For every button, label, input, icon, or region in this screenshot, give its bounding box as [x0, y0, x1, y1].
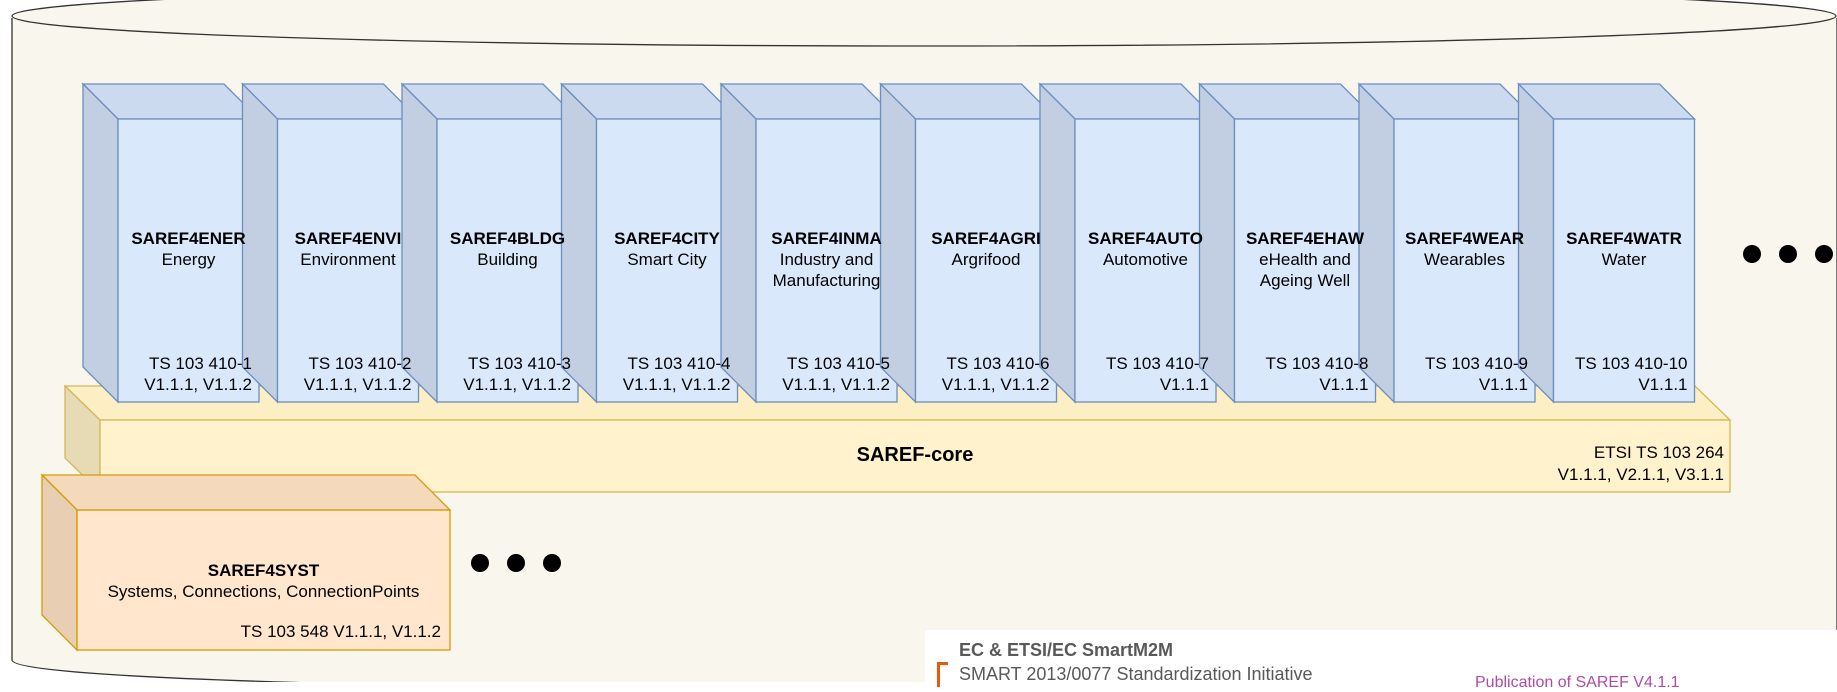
saref4syst-title: SAREF4SYST — [207, 561, 320, 580]
extension-domain: Wearables — [1424, 250, 1505, 269]
extension-domain: Building — [477, 250, 538, 269]
extension-name: SAREF4AUTO — [1088, 229, 1203, 248]
extension-spec: TS 103 410-4 V1.1.1, V1.1.2 — [597, 353, 731, 395]
saref-core-spec: ETSI TS 103 264 — [1593, 443, 1724, 462]
footer-bracket-icon — [937, 662, 948, 687]
extension-spec: TS 103 410-8 V1.1.1 — [1235, 353, 1369, 395]
extension-spec-number: TS 103 410-9 — [1424, 354, 1528, 373]
extension-spec-number: TS 103 410-4 — [627, 354, 731, 373]
extension-versions: V1.1.1, V1.1.2 — [463, 375, 571, 394]
extension-versions: V1.1.1 — [1319, 375, 1369, 394]
extension-name: SAREF4WATR — [1566, 229, 1682, 248]
ellipsis-dot — [471, 554, 489, 572]
extension-name: SAREF4CITY — [614, 229, 720, 248]
ellipsis-dot — [1815, 245, 1833, 263]
extension-versions: V1.1.1 — [1638, 375, 1688, 394]
footer-panel: EC & ETSI/EC SmartM2M SMART 2013/0077 St… — [925, 630, 1837, 691]
extension-name: SAREF4WEAR — [1404, 229, 1524, 248]
extension-name: SAREF4INMA — [771, 229, 882, 248]
extension-versions: V1.1.1 — [1478, 375, 1528, 394]
extension-versions: V1.1.1, V1.1.2 — [622, 375, 731, 394]
extension-spec-number: TS 103 410-2 — [308, 354, 412, 373]
extension-spec-number: TS 103 410-1 — [148, 354, 252, 373]
extension-name: SAREF4ENER — [131, 229, 246, 248]
extension-label: SAREF4AGRI Argrifood — [916, 228, 1057, 270]
extension-side-face — [82, 82, 119, 404]
extension-versions: V1.1.1, V1.1.2 — [144, 375, 252, 394]
extension-spec: TS 103 410-10 V1.1.1 — [1554, 353, 1688, 395]
ellipsis-dot — [543, 554, 561, 572]
extension-spec: TS 103 410-9 V1.1.1 — [1394, 353, 1528, 395]
extension-spec: TS 103 410-7 V1.1.1 — [1075, 353, 1209, 395]
extension-label: SAREF4WATR Water — [1554, 228, 1695, 270]
saref4syst-spec: TS 103 548 V1.1.1, V1.1.2 — [240, 622, 441, 641]
extension-spec-number: TS 103 410-10 — [1575, 354, 1688, 373]
footer-org: EC & ETSI/EC SmartM2M — [959, 640, 1174, 660]
extension-versions: V1.1.1 — [1159, 375, 1209, 394]
extension-name: SAREF4BLDG — [449, 229, 566, 248]
extension-label: SAREF4BLDG Building — [437, 228, 578, 270]
extension-name: SAREF4EHAW — [1245, 229, 1365, 248]
extension-label: SAREF4EHAW eHealth and Ageing Well — [1235, 228, 1376, 291]
extension-domain: Environment — [300, 250, 396, 269]
extension-domain: Energy — [161, 250, 216, 269]
extension-domain: Manufacturing — [772, 271, 881, 290]
extension-versions: V1.1.1, V1.1.2 — [782, 375, 890, 394]
extension-versions: V1.1.1, V1.1.2 — [303, 375, 412, 394]
more-extensions-ellipsis — [1743, 245, 1833, 263]
extension-name: SAREF4AGRI — [931, 229, 1041, 248]
extension-label: SAREF4ENVI Environment — [278, 228, 419, 270]
ellipsis-dot — [1743, 245, 1761, 263]
extension-label: SAREF4CITY Smart City — [597, 228, 738, 270]
footer-publication: Publication of SAREF V4.1.1 — [1475, 674, 1680, 691]
extension-domain: Automotive — [1102, 250, 1189, 269]
more-system-ellipsis — [471, 554, 561, 572]
saref4syst-domain: Systems, Connections, ConnectionPoints — [107, 582, 420, 601]
extension-spec: TS 103 410-2 V1.1.1, V1.1.2 — [278, 353, 412, 395]
ellipsis-dot — [1779, 245, 1797, 263]
extension-spec: TS 103 410-1 V1.1.1, V1.1.2 — [118, 353, 252, 395]
extension-domain: Ageing Well — [1259, 271, 1351, 290]
extension-spec-number: TS 103 410-5 — [786, 354, 890, 373]
extension-label: SAREF4INMA Industry and Manufacturing — [756, 228, 897, 291]
extension-domain: Smart City — [627, 250, 707, 269]
ellipsis-dot — [507, 554, 525, 572]
extension-spec: TS 103 410-5 V1.1.1, V1.1.2 — [756, 353, 890, 395]
extension-domain: eHealth and — [1259, 250, 1351, 269]
extension-domain: Argrifood — [951, 250, 1021, 269]
extension-label: SAREF4AUTO Automotive — [1075, 228, 1216, 270]
extension-spec-number: TS 103 410-3 — [467, 354, 571, 373]
extension-label: SAREF4ENER Energy — [118, 228, 259, 270]
extension-domain: Industry and — [779, 250, 874, 269]
extension-spec: TS 103 410-6 V1.1.1, V1.1.2 — [916, 353, 1050, 395]
extension-spec-number: TS 103 410-8 — [1265, 354, 1369, 373]
extension-versions: V1.1.1, V1.1.2 — [941, 375, 1050, 394]
extension-spec-number: TS 103 410-7 — [1105, 354, 1209, 373]
extension-name: SAREF4ENVI — [294, 229, 402, 248]
extension-spec: TS 103 410-3 V1.1.1, V1.1.2 — [437, 353, 571, 395]
saref-core-versions: V1.1.1, V2.1.1, V3.1.1 — [1557, 465, 1724, 484]
extension-label: SAREF4WEAR Wearables — [1394, 228, 1535, 270]
extension-domain: Water — [1601, 250, 1647, 269]
extension-spec-number: TS 103 410-6 — [946, 354, 1050, 373]
